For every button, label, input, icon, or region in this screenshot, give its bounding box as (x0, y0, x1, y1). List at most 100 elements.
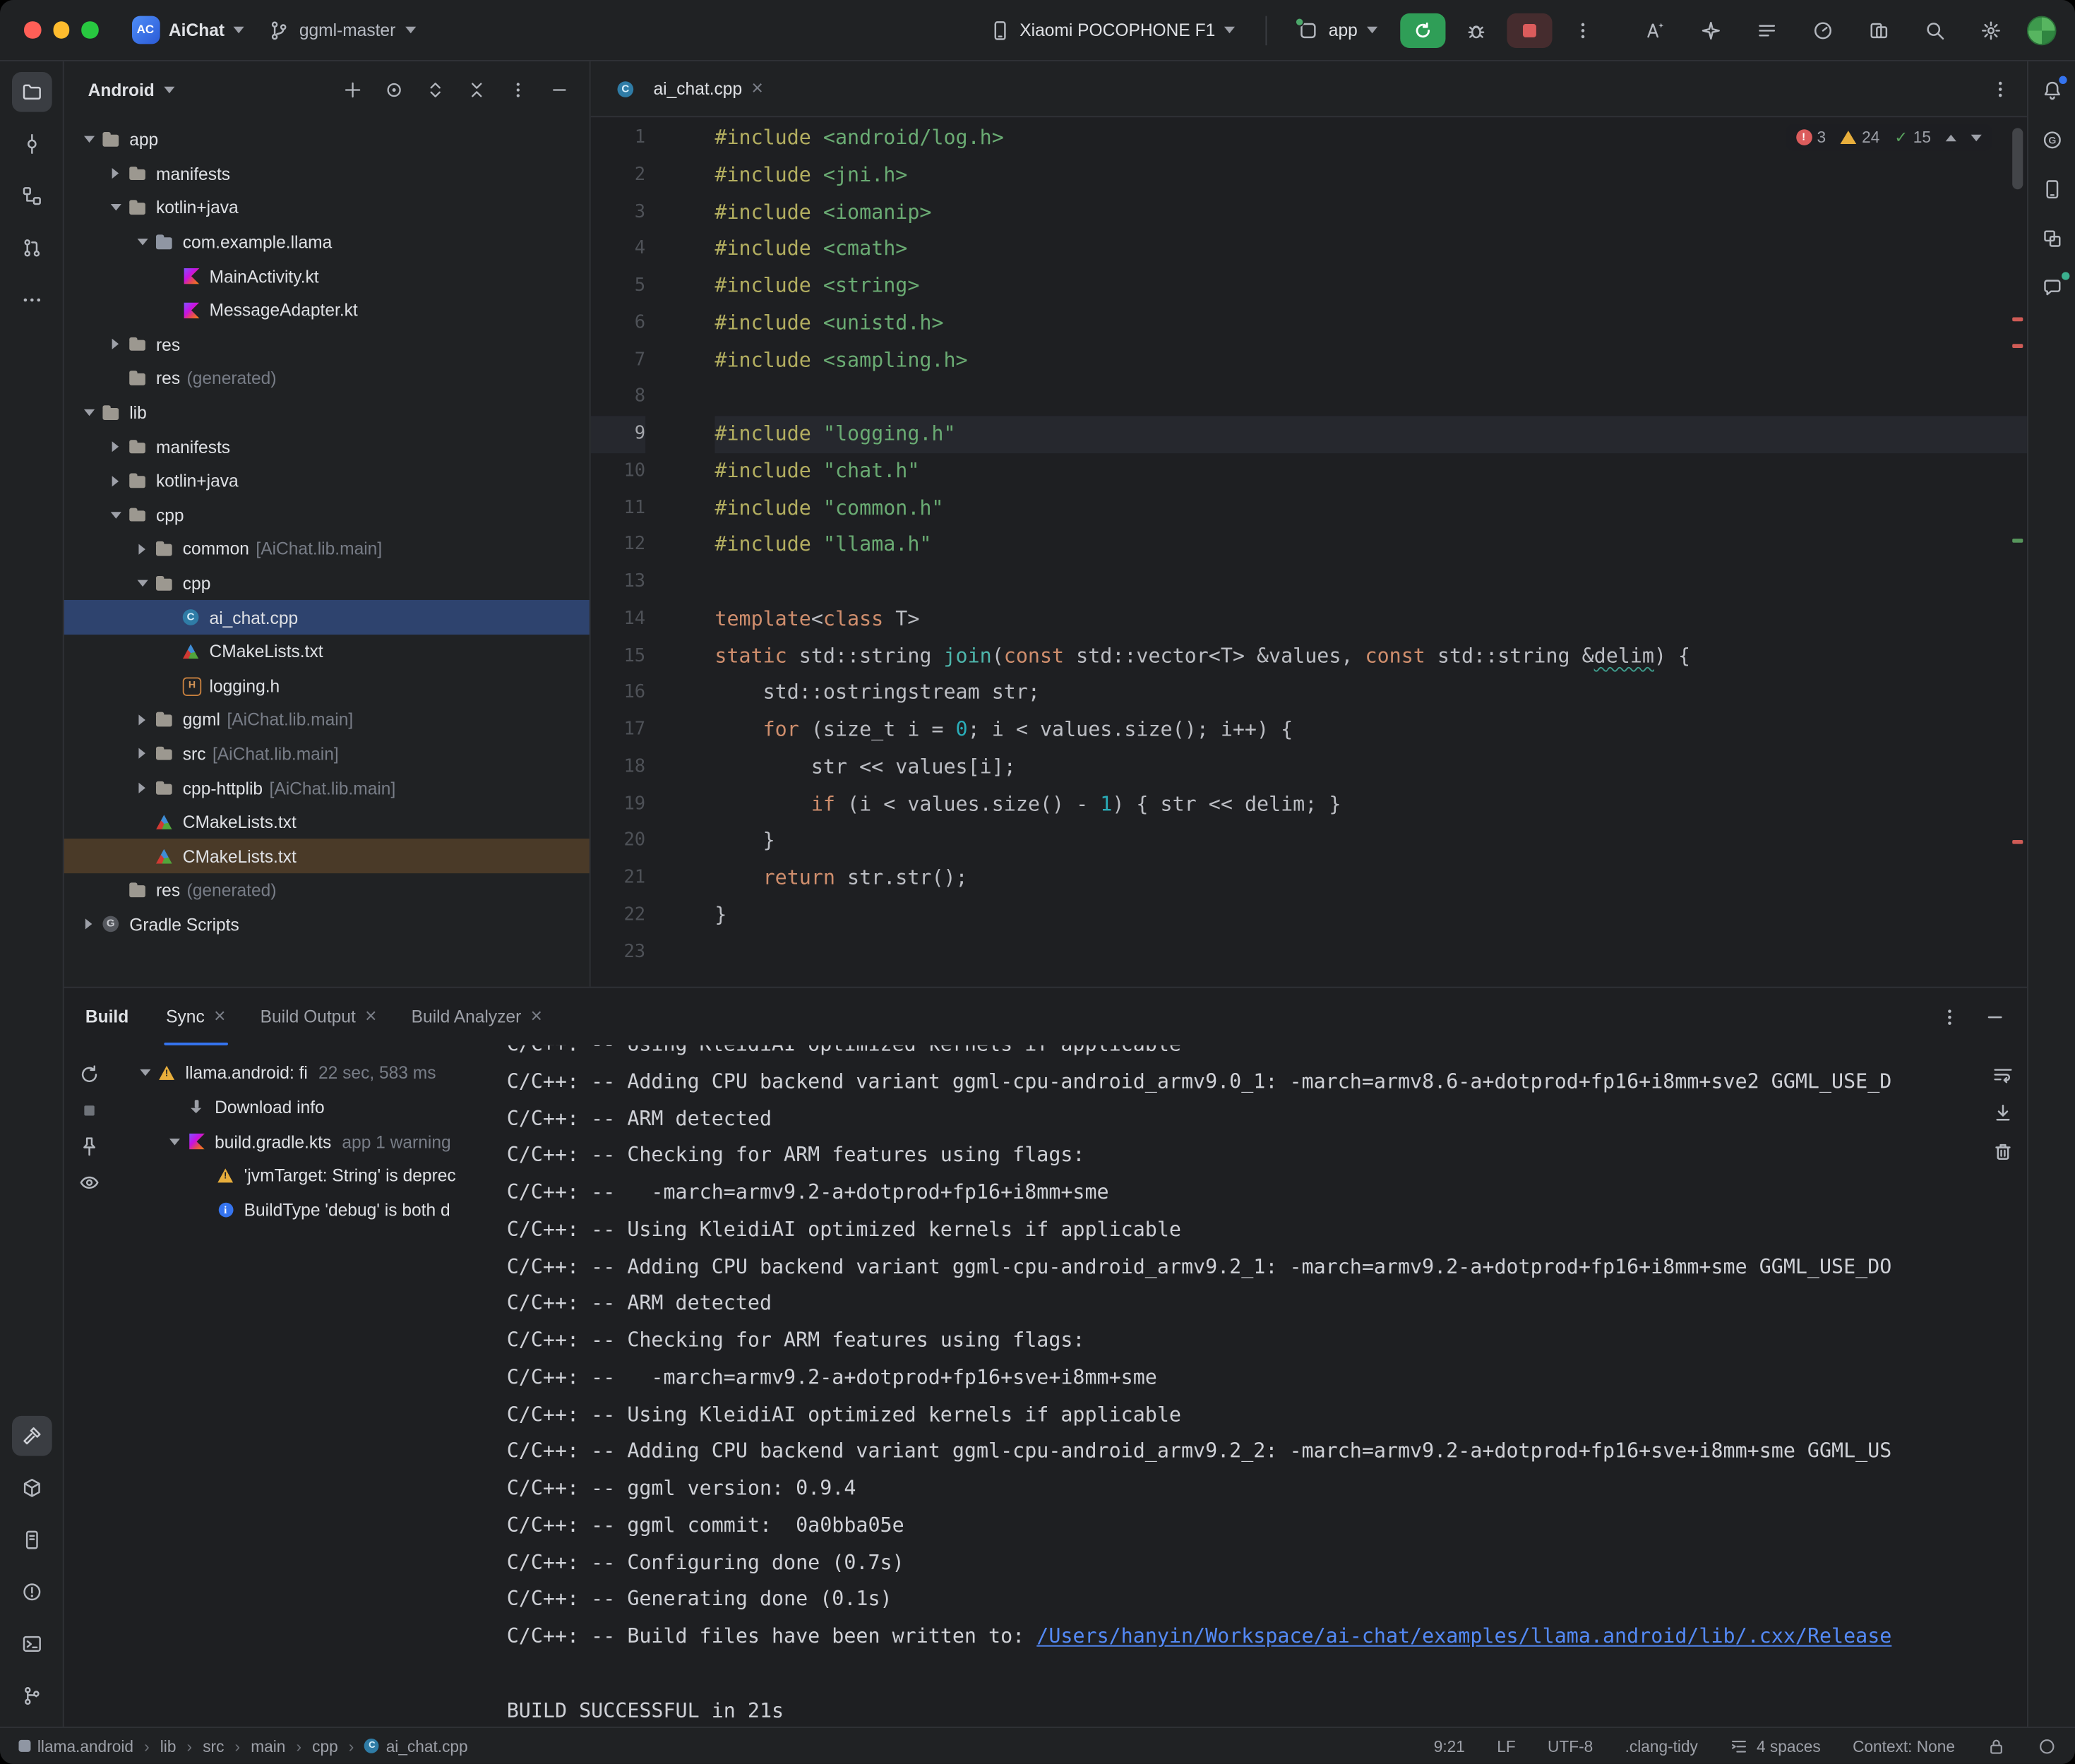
tree-item-logging-h[interactable]: logging.h (64, 668, 590, 702)
gutter-line[interactable]: 3 (591, 194, 645, 231)
close-tab-icon[interactable]: × (214, 1007, 226, 1026)
code-line[interactable]: template<class T> (714, 601, 2027, 637)
tool-window-commit-button[interactable] (11, 124, 52, 164)
scroll-to-end-button[interactable] (1992, 1103, 2014, 1124)
code-line[interactable]: #include <sampling.h> (714, 342, 2027, 378)
settings-button[interactable] (1971, 11, 2011, 49)
gutter-line[interactable]: 1 (591, 120, 645, 157)
tool-window-packages-button[interactable] (11, 1468, 52, 1508)
stop-button[interactable] (1507, 13, 1552, 47)
code-line[interactable]: static std::string join(const std::vecto… (714, 638, 2027, 675)
tool-window-build-button[interactable] (11, 1416, 52, 1456)
tree-item-res[interactable]: res (generated) (64, 361, 590, 395)
close-tab-icon[interactable]: × (365, 1007, 377, 1026)
zoom-window-button[interactable] (81, 22, 98, 39)
add-button[interactable] (340, 78, 364, 102)
build-tree-item-llama-android-fi[interactable]: llama.android: fi22 sec, 583 ms (114, 1056, 491, 1091)
code-line[interactable]: #include <iomanip> (714, 194, 2027, 231)
code-line[interactable]: #include "chat.h" (714, 453, 2027, 490)
tree-item-kotlin-java[interactable]: kotlin+java (64, 191, 590, 224)
code-line[interactable]: std::ostringstream str; (714, 675, 2027, 712)
gutter-line[interactable]: 15 (591, 638, 645, 675)
stop-sync-button[interactable] (78, 1100, 100, 1121)
close-window-button[interactable] (24, 22, 41, 39)
vcs-stripe-mark[interactable] (2012, 539, 2023, 543)
pin-button[interactable] (78, 1136, 100, 1157)
tree-item-cmakelists-txt[interactable]: CMakeLists.txt (64, 635, 590, 668)
breadcrumb-llama-android[interactable]: llama.android (18, 1736, 133, 1755)
tree-item-cpp[interactable]: cpp (64, 498, 590, 532)
ai-actions-button[interactable] (1635, 11, 1675, 49)
filter-button[interactable] (78, 1172, 100, 1193)
tree-expand-chevron[interactable] (104, 436, 126, 457)
tool-window-terminal-button[interactable] (11, 1624, 52, 1664)
notifications-button[interactable] (2033, 72, 2070, 109)
collapse-all-button[interactable] (464, 78, 488, 102)
gutter-line[interactable]: 14 (591, 601, 645, 637)
code-line[interactable]: #include <jni.h> (714, 157, 2027, 193)
gutter-line[interactable]: 11 (591, 490, 645, 527)
tree-expand-chevron[interactable] (104, 505, 126, 526)
tree-item-messageadapter-kt[interactable]: MessageAdapter.kt (64, 293, 590, 327)
code-line[interactable]: #include "common.h" (714, 490, 2027, 527)
code-line[interactable]: #include <cmath> (714, 231, 2027, 268)
tree-item-res[interactable]: res (64, 328, 590, 361)
tree-item-com-example-llama[interactable]: com.example.llama (64, 225, 590, 259)
editor-gutter[interactable]: 1234567891011121314151617181920212223 (591, 117, 715, 986)
build-tab-build-output[interactable]: Build Output× (261, 988, 377, 1045)
tree-item-app[interactable]: app (64, 123, 590, 157)
gutter-line[interactable]: 17 (591, 712, 645, 749)
project-selector[interactable]: AC AiChat (119, 11, 256, 49)
tree-expand-chevron[interactable] (78, 129, 100, 150)
scrollbar-thumb[interactable] (2012, 128, 2023, 189)
editor-tab-ai-chat-cpp[interactable]: ai_chat.cpp × (599, 61, 779, 116)
gutter-line[interactable]: 6 (591, 305, 645, 342)
code-editor[interactable]: 1234567891011121314151617181920212223 #i… (591, 117, 2027, 986)
gutter-line[interactable]: 8 (591, 379, 645, 416)
gutter-line[interactable]: 10 (591, 453, 645, 490)
readonly-toggle[interactable] (1987, 1736, 2005, 1755)
gemini-button[interactable] (1691, 11, 1731, 49)
project-tree[interactable]: appmanifestskotlin+javacom.example.llama… (64, 117, 590, 986)
breadcrumb-main[interactable]: main (251, 1736, 285, 1755)
hide-panel-button[interactable] (546, 78, 570, 102)
build-tab-build-analyzer[interactable]: Build Analyzer× (412, 988, 542, 1045)
breadcrumb-ai-chat-cpp[interactable]: ai_chat.cpp (364, 1736, 467, 1755)
breadcrumb-cpp[interactable]: cpp (312, 1736, 338, 1755)
debug-button[interactable] (1457, 11, 1497, 49)
gutter-line[interactable]: 16 (591, 675, 645, 712)
breadcrumb-lib[interactable]: lib (160, 1736, 177, 1755)
code-line[interactable]: str << values[i]; (714, 749, 2027, 786)
gutter-line[interactable]: 23 (591, 934, 645, 971)
gutter-line[interactable]: 4 (591, 231, 645, 268)
caret-position[interactable]: 9:21 (1434, 1736, 1465, 1755)
gutter-line[interactable]: 12 (591, 527, 645, 564)
tool-window-layout-inspector-button[interactable] (2033, 220, 2070, 258)
tree-item-manifests[interactable]: manifests (64, 157, 590, 191)
gutter-line[interactable]: 9 (591, 416, 645, 452)
inspections-widget[interactable]: !3 24 ✓15 (1785, 124, 1992, 151)
code-line[interactable]: #include "logging.h" (714, 416, 2027, 452)
code-line[interactable]: #include "llama.h" (714, 527, 2027, 564)
gutter-line[interactable]: 18 (591, 749, 645, 786)
tree-item-common[interactable]: common [AiChat.lib.main] (64, 532, 590, 566)
project-view-mode[interactable]: Android (88, 79, 155, 99)
code-line[interactable]: for (size_t i = 0; i < values.size(); i+… (714, 712, 2027, 749)
tree-item-res[interactable]: res (generated) (64, 873, 590, 907)
tool-window-logcat-button[interactable] (11, 1520, 52, 1560)
tree-item-cmakelists-txt[interactable]: CMakeLists.txt (64, 805, 590, 839)
context-selector[interactable]: Context: None (1853, 1736, 1955, 1755)
tree-expand-chevron[interactable] (104, 198, 126, 219)
code-line[interactable]: } (714, 897, 2027, 934)
tool-window-device-manager-button[interactable] (2033, 171, 2070, 208)
tool-window-project-button[interactable] (11, 72, 52, 112)
tree-expand-chevron[interactable] (131, 539, 153, 560)
gutter-line[interactable]: 2 (591, 157, 645, 193)
file-encoding[interactable]: UTF-8 (1548, 1736, 1593, 1755)
expand-all-button[interactable] (423, 78, 447, 102)
editor-scrollbar[interactable] (2009, 117, 2027, 986)
gutter-line[interactable]: 20 (591, 823, 645, 860)
tree-expand-chevron[interactable] (78, 402, 100, 424)
indent-config[interactable]: 4 spaces (1730, 1736, 1820, 1755)
tree-item-ai-chat-cpp[interactable]: ai_chat.cpp (64, 601, 590, 635)
